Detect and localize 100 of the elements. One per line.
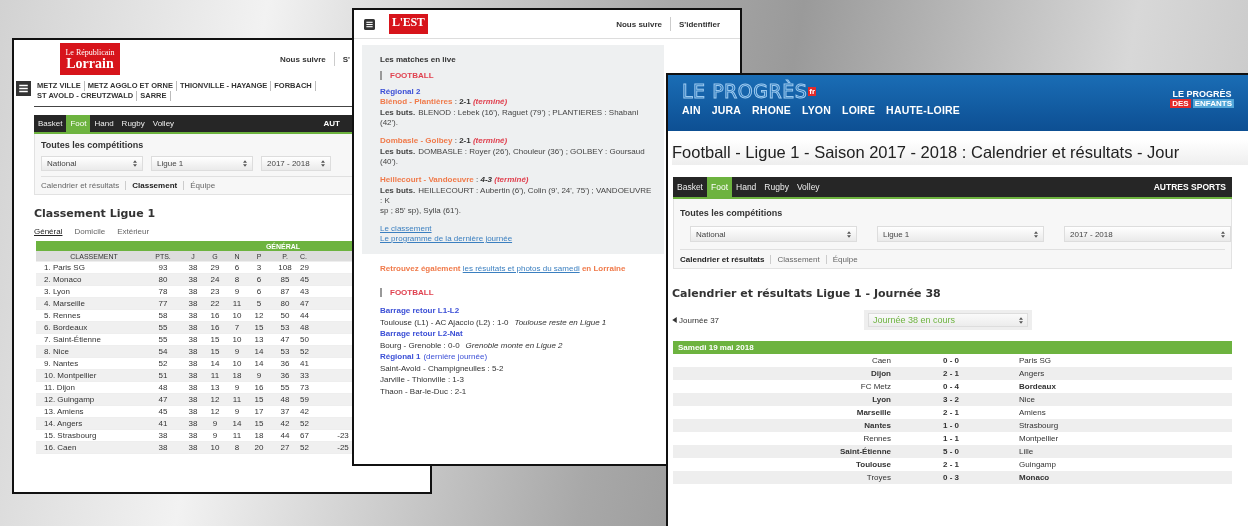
dropdown[interactable]: 2017 - 2018 xyxy=(261,156,331,171)
link[interactable]: Le classement xyxy=(380,224,432,234)
match-score: 2 - 1 xyxy=(942,408,960,417)
table-cell-text: 10 xyxy=(209,443,221,452)
table-cell-text: 9. Nantes xyxy=(43,359,80,368)
competition-label: Régional 1 (dernière journée) xyxy=(380,351,488,363)
sub-tab[interactable]: Classement xyxy=(132,181,178,190)
table-cell-text: 52 xyxy=(157,359,169,368)
region-link[interactable]: HAUTE-LOIRE xyxy=(886,104,961,116)
table-cell-text: 6 xyxy=(255,287,263,296)
dropdown[interactable]: Ligue 1 xyxy=(877,226,1044,242)
table-cell-text: 9 xyxy=(211,419,219,428)
link[interactable]: Le programme de la dernière journée xyxy=(380,234,513,244)
dropdown[interactable]: National xyxy=(41,156,143,171)
header-link[interactable]: S' xyxy=(342,54,350,64)
sport-tab[interactable]: Volley xyxy=(792,177,824,197)
sub-tab[interactable]: Calendrier et résultats xyxy=(680,255,765,264)
sub-tab[interactable]: Équipe xyxy=(190,181,216,190)
view-tab[interactable]: Extérieur xyxy=(117,227,150,236)
other-sports-link[interactable]: AUTRES SPORTS xyxy=(1153,177,1232,197)
table-cell-text: 14 xyxy=(231,419,243,428)
table-cell-text: 22 xyxy=(209,299,221,308)
view-tab[interactable]: Général xyxy=(34,227,63,236)
newspaper-logo[interactable]: Le Républicain Lorrain xyxy=(60,43,120,75)
table-cell-text: 6 xyxy=(255,275,263,284)
newspaper-logo[interactable]: L'EST xyxy=(389,14,428,34)
table-cell-text: 4. Marseille xyxy=(43,299,86,308)
table-cell-text: 55 xyxy=(157,335,169,344)
updown-arrows-icon xyxy=(1221,230,1225,238)
menu-icon[interactable] xyxy=(16,81,31,96)
table-cell-text: 38 xyxy=(187,359,199,368)
sport-tab[interactable]: Basket xyxy=(673,177,707,197)
region-link[interactable]: RHONE xyxy=(752,104,791,116)
away-team: Montpellier xyxy=(1019,434,1059,443)
table-cell-text: 48 xyxy=(279,395,291,404)
header-link[interactable]: Nous suivre xyxy=(279,54,326,64)
sport-tab[interactable]: Rugby xyxy=(760,177,793,197)
table-cell-text: 11 xyxy=(209,371,221,380)
match-result: Blénod - Plantières : 2-1 (terminé) xyxy=(380,97,508,107)
table-cell-text: 52 xyxy=(300,443,310,452)
table-cell-text: 10 xyxy=(231,335,243,344)
away-team: Nice xyxy=(1019,395,1035,404)
goal-scorers: Les buts. DOMBASLE : Royer (26'), Chouleur (36') ; GOLBEY : Goursaud (40'). xyxy=(380,147,646,167)
sub-tab[interactable]: Classement xyxy=(777,255,820,264)
sport-tab[interactable]: Rugby xyxy=(117,115,149,132)
region-link[interactable]: AIN xyxy=(682,104,701,116)
match-result: Bourg - Grenoble : 0-0 Grenoble monte en Ligue 2 xyxy=(380,339,563,351)
match-result: Dombasle - Golbey : 2-1 (terminé) xyxy=(380,136,508,146)
dropdown[interactable]: 2017 - 2018 xyxy=(1064,226,1231,242)
sport-tab[interactable]: Hand xyxy=(90,115,118,132)
away-team: Paris SG xyxy=(1019,356,1051,365)
table-cell-text: 41 xyxy=(300,359,310,368)
sport-tab[interactable]: Volley xyxy=(148,115,179,132)
home-team: FC Metz xyxy=(860,382,891,391)
table-cell-text: 38 xyxy=(187,323,199,332)
updown-arrows-icon xyxy=(133,160,137,167)
dropdown[interactable]: National xyxy=(690,226,857,242)
table-cell-text: 42 xyxy=(279,419,291,428)
table-cell-text: 15. Strasbourg xyxy=(43,431,98,440)
promo-sentence: Retrouvez également les résultats et photos du samedi en Lorraine xyxy=(380,264,626,274)
updown-arrows-icon xyxy=(1019,316,1024,324)
region-link[interactable]: JURA xyxy=(711,104,742,116)
sport-tab[interactable]: Basket xyxy=(34,115,67,132)
menu-icon[interactable] xyxy=(364,17,375,31)
table-cell-text: 77 xyxy=(157,299,169,308)
table-cell-text: 15 xyxy=(253,395,265,404)
table-cell-text: -23 xyxy=(336,431,350,440)
link[interactable]: les résultats et photos du samedi xyxy=(462,264,580,273)
sub-tab[interactable]: Calendrier et résultats xyxy=(41,181,120,190)
sub-tab[interactable]: Équipe xyxy=(832,255,858,264)
goal-scorers: Les buts. BLENOD : Lebek (16'), Raguet (79') ; PLANTIERES : Shabani (42'). xyxy=(380,108,640,128)
previous-round-link[interactable]: Journée 37 xyxy=(672,315,720,325)
table-cell-text: 16. Caen xyxy=(43,443,78,452)
table-cell-text: 13. Amiens xyxy=(43,407,85,416)
table-cell-text: 38 xyxy=(157,443,169,452)
table-cell-text: 73 xyxy=(300,383,310,392)
table-cell-text: 15 xyxy=(253,419,265,428)
table-cell-text: 43 xyxy=(300,287,310,296)
region-link[interactable]: LOIRE xyxy=(842,104,876,116)
updown-arrows-icon xyxy=(1034,230,1038,238)
header-link[interactable]: S'identifier xyxy=(678,19,720,29)
table-cell-text: 38 xyxy=(187,419,199,428)
match-result: Toulouse (L1) - AC Ajaccio (L2) : 1-0 Toulouse reste en Ligue 1 xyxy=(380,316,607,328)
other-sports-link[interactable]: AUT xyxy=(323,115,340,132)
away-team: Lille xyxy=(1019,447,1034,456)
view-tab[interactable]: Domicile xyxy=(74,227,106,236)
dropdown[interactable]: Ligue 1 xyxy=(151,156,253,171)
section-heading: Calendrier et résultats Ligue 1 - Journée 38 xyxy=(672,287,941,300)
table-cell-text: 33 xyxy=(300,371,310,380)
table-cell-text: 9 xyxy=(255,371,263,380)
region-link[interactable]: LYON xyxy=(802,104,831,116)
table-cell-text: 37 xyxy=(279,407,291,416)
home-team: Troyes xyxy=(866,473,891,482)
kids-site-logo[interactable]: LE PROGRÈS DES ENFANTS xyxy=(1170,75,1234,131)
home-team: Dijon xyxy=(871,369,891,378)
match-result: Thaon - Bar-le-Duc : 2-1 xyxy=(380,385,467,397)
header-link[interactable]: Nous suivre xyxy=(616,19,662,29)
table-cell-text: 9 xyxy=(211,431,219,440)
panel-title: Toutes les compétitions xyxy=(680,208,783,218)
sport-tab[interactable]: Hand xyxy=(732,177,761,197)
